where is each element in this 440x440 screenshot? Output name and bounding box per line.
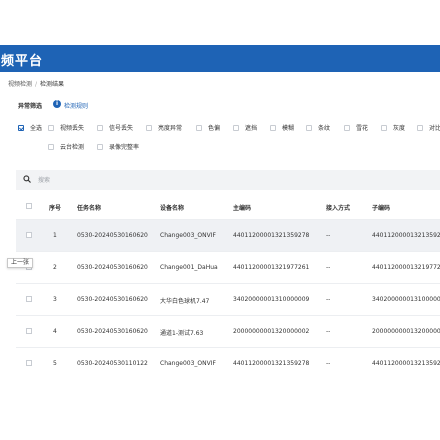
cell-index: 2 — [53, 264, 57, 271]
checkbox-box[interactable] — [270, 124, 276, 131]
filter-label: 异常筛选 — [18, 103, 43, 110]
cell-access-method: -- — [326, 328, 331, 335]
checkbox-box[interactable] — [381, 124, 387, 131]
breadcrumb: 视频检测 / 检测结果 — [8, 79, 64, 88]
cell-index: 4 — [53, 328, 57, 335]
cell-task-name: 0530-20240530160620 — [77, 264, 148, 271]
top-margin — [0, 0, 440, 45]
cell-device-name: 大华白色球机7.47 — [160, 298, 210, 305]
cell-task-name: 0530-20240530110122 — [77, 360, 148, 367]
checkbox-box[interactable] — [97, 124, 103, 131]
table-row[interactable]: 3 0530-20240530160620 大华白色球机7.47 3402000… — [16, 283, 440, 315]
checkbox-box[interactable] — [344, 124, 350, 131]
cell-sub-code: 20000000001320000002 — [372, 328, 440, 335]
checkbox-label: 遮挡 — [245, 125, 258, 132]
checkbox-select-all[interactable]: 全选 — [18, 123, 42, 132]
checkbox-label: 录像完整率 — [109, 144, 140, 151]
cell-device-name: 通道1-测试7.63 — [160, 330, 204, 337]
cell-main-code: 44011200001321977261 — [233, 264, 310, 271]
checkbox-box[interactable] — [233, 124, 239, 131]
checkbox-label: 雪花 — [356, 125, 369, 132]
checkbox-box[interactable] — [306, 124, 312, 131]
column-header-sub-code: 子编码 — [372, 205, 391, 212]
checkbox-video-loss[interactable]: 视频丢失 — [48, 123, 84, 132]
cell-access-method: -- — [326, 296, 331, 303]
cell-device-name: Change001_DaHua — [160, 264, 218, 271]
checkbox-label: 灰度 — [393, 125, 406, 132]
app-title: 频平台 — [1, 54, 44, 69]
cell-sub-code: 44011200001321359278 — [372, 360, 440, 367]
checkbox-color-cast[interactable]: 色偏 — [196, 123, 220, 132]
cell-sub-code: 34020000001310000009 — [372, 296, 440, 303]
checkbox-label: 全选 — [30, 125, 43, 132]
cell-index: 5 — [53, 360, 57, 367]
cell-sub-code: 44011200001321359278 — [372, 232, 440, 239]
checkbox-box[interactable] — [48, 124, 54, 131]
table-row[interactable]: 1 0530-20240530160620 Change003_ONVIF 44… — [16, 219, 440, 251]
checkbox-stripes[interactable]: 条纹 — [306, 123, 330, 132]
cell-access-method: -- — [326, 232, 331, 239]
cell-access-method: -- — [326, 360, 331, 367]
cell-task-name: 0530-20240530160620 — [77, 328, 148, 335]
column-header-device-name: 设备名称 — [160, 205, 185, 212]
checkbox-recording-rate[interactable]: 录像完整率 — [97, 142, 139, 151]
column-header-main-code: 主编码 — [233, 205, 252, 212]
checkbox-contrast[interactable]: 对比 — [417, 123, 440, 132]
checkbox-signal-loss[interactable]: 信号丢失 — [97, 123, 133, 132]
checkbox-box[interactable] — [417, 124, 423, 131]
breadcrumb-item-results: 检测结果 — [40, 81, 65, 88]
checkbox-brightness[interactable]: 亮度异常 — [146, 123, 182, 132]
cell-main-code: 44011200001321359278 — [233, 360, 310, 367]
checkbox-box[interactable] — [196, 124, 202, 131]
row-checkbox[interactable] — [26, 296, 32, 302]
column-header-task-name: 任务名称 — [77, 205, 102, 212]
checkbox-occlusion[interactable]: 遮挡 — [233, 123, 257, 132]
checkbox-label: 信号丢失 — [109, 125, 134, 132]
cell-main-code: 44011200001321359278 — [233, 232, 310, 239]
checkbox-label: 对比 — [429, 125, 440, 132]
checkbox-snow[interactable]: 雪花 — [344, 123, 368, 132]
cell-device-name: Change003_ONVIF — [160, 360, 216, 367]
checkbox-label: 亮度异常 — [158, 125, 183, 132]
checkbox-label: 条纹 — [318, 125, 331, 132]
row-checkbox[interactable] — [26, 360, 32, 366]
checkbox-label: 色偏 — [208, 125, 221, 132]
checkbox-label: 云台检测 — [60, 144, 85, 151]
table-row[interactable]: 4 0530-20240530160620 通道1-测试7.63 2000000… — [16, 315, 440, 347]
checkbox-ptz-check[interactable]: 云台检测 — [48, 142, 84, 151]
cell-task-name: 0530-20240530160620 — [77, 296, 148, 303]
search-icon[interactable] — [23, 175, 31, 183]
checkbox-label: 视频丢失 — [60, 125, 85, 132]
row-checkbox[interactable] — [26, 232, 32, 238]
app-header-bar: 频平台 — [0, 45, 440, 72]
info-icon: i — [53, 100, 61, 108]
cell-index: 3 — [53, 296, 57, 303]
search-input[interactable] — [38, 174, 338, 186]
cell-task-name: 0530-20240530160620 — [77, 232, 148, 239]
cell-index: 1 — [53, 232, 57, 239]
cell-access-method: -- — [326, 264, 331, 271]
checkbox-box[interactable] — [48, 143, 54, 150]
row-checkbox[interactable] — [26, 328, 32, 334]
checkbox-box[interactable] — [97, 143, 103, 150]
checkbox-box[interactable] — [146, 124, 152, 131]
cell-device-name: Change003_ONVIF — [160, 232, 216, 239]
cell-main-code: 34020000001310000009 — [233, 296, 310, 303]
column-header-index: 序号 — [49, 205, 62, 212]
checkbox-grayscale[interactable]: 灰度 — [381, 123, 405, 132]
table-row[interactable]: 2 0530-20240530160620 Change001_DaHua 44… — [16, 251, 440, 283]
select-all-rows-checkbox[interactable] — [26, 203, 32, 209]
bottom-margin — [0, 368, 440, 440]
breadcrumb-item-video-check[interactable]: 视频检测 — [8, 81, 32, 88]
checkbox-label: 模糊 — [282, 125, 295, 132]
rule-link[interactable]: 检测规则 — [64, 101, 88, 110]
cell-sub-code: 44011200001321977261 — [372, 264, 440, 271]
checkbox-blur[interactable]: 模糊 — [270, 123, 294, 132]
column-header-access-method: 接入方式 — [326, 205, 351, 212]
tooltip-prev: 上一张 — [7, 258, 34, 268]
breadcrumb-separator: / — [35, 81, 38, 88]
checkbox-box[interactable] — [18, 124, 24, 131]
cell-main-code: 20000000001320000002 — [233, 328, 310, 335]
